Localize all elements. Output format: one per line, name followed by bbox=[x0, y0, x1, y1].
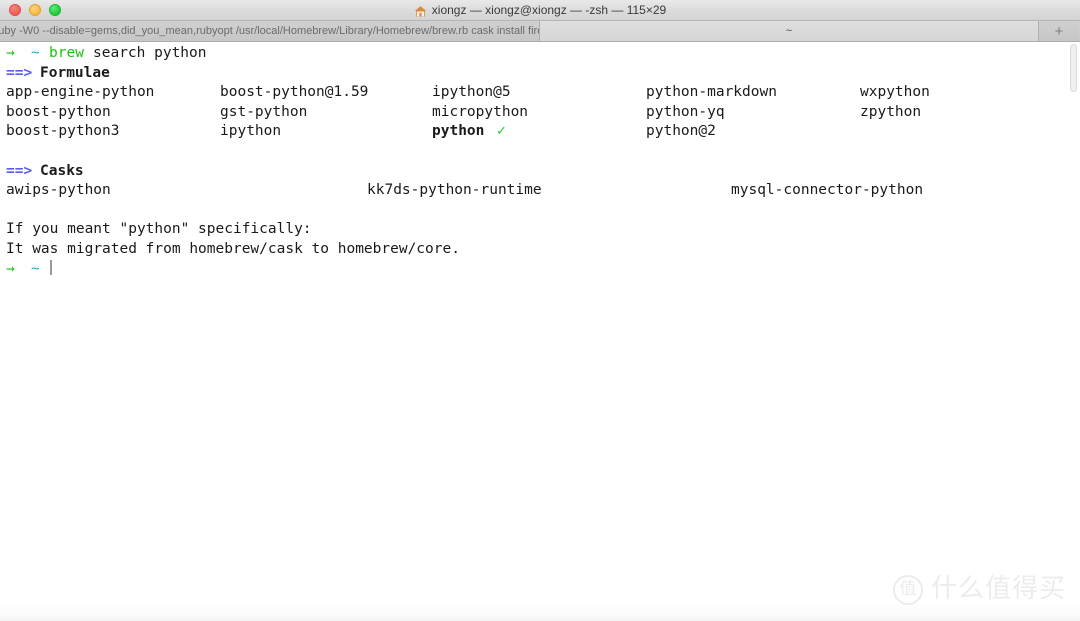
window-title-text: xiongz — xiongz@xiongz — -zsh — 115×29 bbox=[431, 3, 667, 17]
formulae-row: boost-python3 ipython python ✓ python@2 bbox=[0, 122, 1080, 142]
home-icon bbox=[414, 4, 427, 17]
tab-brew-cask-install[interactable]: curl • ruby -W0 --disable=gems,did_you_m… bbox=[0, 21, 540, 41]
formula-item[interactable]: wxpython bbox=[860, 83, 930, 103]
window-controls bbox=[0, 4, 61, 16]
terminal-output[interactable]: → ~ brew search python ==> Formulae app-… bbox=[0, 42, 1080, 621]
formulae-row: app-engine-python boost-python@1.59 ipyt… bbox=[0, 83, 1080, 103]
formula-item[interactable]: boost-python@1.59 bbox=[220, 83, 368, 103]
watermark-badge: 值 bbox=[892, 575, 923, 605]
prompt-directory: ~ bbox=[31, 45, 40, 61]
watermark: 值 什么值得买 bbox=[892, 574, 1066, 605]
prompt-arrow: → bbox=[6, 260, 15, 277]
casks-header-line: ==> Casks bbox=[0, 162, 1080, 182]
bottom-edge-shadow bbox=[0, 599, 1080, 621]
formula-item[interactable]: ipython@5 bbox=[432, 83, 511, 103]
casks-header: Casks bbox=[40, 162, 84, 179]
formula-item[interactable]: boost-python3 bbox=[6, 122, 120, 142]
section-marker: ==> bbox=[6, 162, 33, 179]
zoom-button[interactable] bbox=[49, 4, 61, 16]
formula-item[interactable]: python-markdown bbox=[646, 83, 777, 103]
installed-check-icon: ✓ bbox=[497, 123, 506, 140]
active-prompt-line: → ~ bbox=[0, 259, 1080, 280]
terminal-cursor[interactable] bbox=[49, 259, 52, 280]
formula-item[interactable]: python-yq bbox=[646, 103, 725, 123]
tab-label: ~ bbox=[785, 25, 793, 37]
prompt-arrow: → bbox=[6, 45, 15, 61]
terminal-window: xiongz — xiongz@xiongz — -zsh — 115×29 c… bbox=[0, 0, 1080, 621]
formula-item-installed[interactable]: python bbox=[432, 122, 484, 142]
scrollbar-track[interactable] bbox=[1070, 44, 1077, 619]
tab-label: curl • ruby -W0 --disable=gems,did_you_m… bbox=[0, 25, 539, 37]
window-title: xiongz — xiongz@xiongz — -zsh — 115×29 bbox=[0, 0, 1080, 21]
message-text: It was migrated from homebrew/cask to ho… bbox=[6, 240, 460, 257]
formula-item[interactable]: app-engine-python bbox=[6, 83, 154, 103]
prompt-directory: ~ bbox=[31, 260, 40, 277]
cask-item[interactable]: kk7ds-python-runtime bbox=[367, 181, 542, 201]
casks-row: awips-python kk7ds-python-runtime mysql-… bbox=[0, 181, 1080, 201]
formula-item[interactable]: zpython bbox=[860, 103, 921, 123]
section-marker: ==> bbox=[6, 64, 33, 81]
title-bar: xiongz — xiongz@xiongz — -zsh — 115×29 bbox=[0, 0, 1080, 21]
formulae-row: boost-python gst-python micropython pyth… bbox=[0, 103, 1080, 123]
formulae-header: Formulae bbox=[40, 64, 110, 81]
cask-item[interactable]: awips-python bbox=[6, 181, 111, 201]
formulae-header-line: ==> Formulae bbox=[0, 64, 1080, 84]
cask-item[interactable]: mysql-connector-python bbox=[731, 181, 923, 201]
minimize-button[interactable] bbox=[29, 4, 41, 16]
formula-item[interactable]: ipython bbox=[220, 122, 281, 142]
close-button[interactable] bbox=[9, 4, 21, 16]
message-line: It was migrated from homebrew/cask to ho… bbox=[0, 240, 1080, 260]
tab-bar: curl • ruby -W0 --disable=gems,did_you_m… bbox=[0, 21, 1080, 42]
command-name: brew bbox=[49, 45, 84, 61]
formula-item[interactable]: boost-python bbox=[6, 103, 111, 123]
formula-item[interactable]: micropython bbox=[432, 103, 528, 123]
new-tab-button[interactable]: + bbox=[1039, 21, 1079, 41]
scrollbar-thumb[interactable] bbox=[1070, 44, 1077, 92]
tab-home[interactable]: ~ bbox=[540, 21, 1039, 41]
command-line: → ~ brew search python bbox=[0, 44, 1080, 64]
message-text: If you meant "python" specifically: bbox=[6, 221, 312, 238]
command-args: search python bbox=[93, 45, 207, 61]
formula-item[interactable]: python@2 bbox=[646, 122, 716, 142]
formula-item[interactable]: gst-python bbox=[220, 103, 307, 123]
watermark-text: 什么值得买 bbox=[930, 574, 1066, 605]
message-line: If you meant "python" specifically: bbox=[0, 220, 1080, 240]
